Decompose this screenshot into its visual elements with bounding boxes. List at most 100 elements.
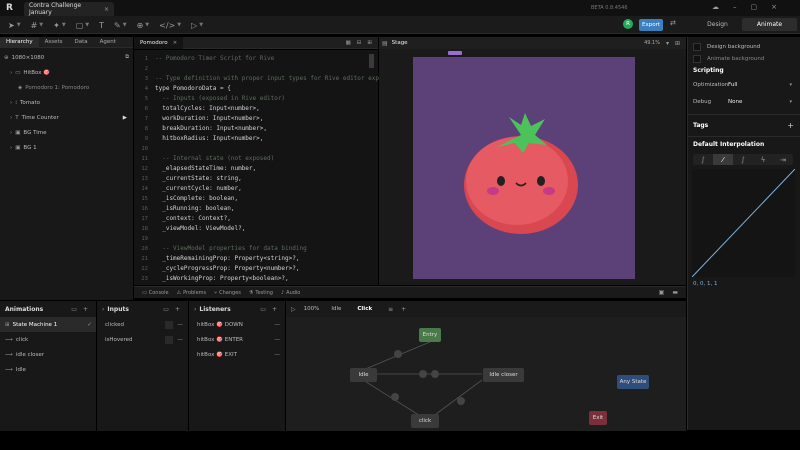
hierarchy-item[interactable]: › ▣ BG 1 <box>0 140 133 155</box>
artboard-canvas[interactable] <box>413 57 635 279</box>
optimization-row[interactable]: Optimization Full ▾ <box>693 80 800 89</box>
minimize-icon[interactable]: – <box>733 3 737 11</box>
hierarchy-item[interactable]: › ▣ BG Time <box>0 125 133 140</box>
chevron-down-icon[interactable]: ▾ <box>666 40 669 47</box>
debug-select[interactable]: None <box>728 99 742 105</box>
grid-icon[interactable]: ⊞ <box>675 40 680 47</box>
chevron-down-icon[interactable]: ▾ <box>789 99 792 105</box>
maximize-icon[interactable]: ▢ <box>751 3 758 11</box>
input-item[interactable]: clicked — <box>97 317 188 332</box>
debug-row[interactable]: Debug None ▾ <box>693 97 800 106</box>
panel-icon[interactable]: ▤ <box>382 40 388 47</box>
node-entry[interactable]: Entry <box>419 328 441 342</box>
mode-design-tab[interactable]: Design <box>695 18 740 31</box>
script-tool[interactable]: </> ▼ <box>159 16 181 34</box>
cubic-interp-icon[interactable]: ∫ <box>733 156 753 164</box>
folder-icon[interactable]: ▭ <box>163 306 169 313</box>
swap-icon[interactable]: ⇄ <box>670 19 676 27</box>
window-close-icon[interactable]: × <box>771 3 777 11</box>
close-icon[interactable]: × <box>173 40 178 46</box>
interpolation-curve[interactable] <box>692 169 795 277</box>
animation-item-idle[interactable]: ⟶ Idle <box>0 362 96 377</box>
listener-item[interactable]: hitBox 🎯 EXIT — <box>189 347 285 362</box>
node-idle[interactable]: Idle <box>350 368 377 382</box>
text-tool[interactable]: T <box>99 16 104 34</box>
grid-icon[interactable]: ▦ <box>346 40 351 46</box>
split-icon[interactable]: ⊟ <box>357 40 362 46</box>
design-background-swatch[interactable] <box>693 42 701 51</box>
listener-item[interactable]: hitBox 🎯 DOWN — <box>189 317 285 332</box>
copy-icon[interactable]: ⧉ <box>125 54 129 61</box>
trigger-control[interactable] <box>164 320 173 329</box>
hierarchy-item[interactable]: › ⁞ Tomato <box>0 95 133 110</box>
stage-tab-label[interactable]: Stage <box>392 40 408 46</box>
tab-assets[interactable]: Assets <box>39 37 69 48</box>
bone-tool[interactable]: ✦ ▼ <box>53 16 66 34</box>
listener-item[interactable]: hitBox 🎯 ENTER — <box>189 332 285 347</box>
avatar[interactable]: R <box>623 19 633 29</box>
tab-audio[interactable]: ♪ Audio <box>281 290 300 296</box>
hold-interp-icon[interactable]: ∫ <box>693 156 713 164</box>
animation-item-click[interactable]: ⟶ click <box>0 332 96 347</box>
hierarchy-item[interactable]: › T Time Counter ▶ <box>0 110 133 125</box>
menu-icon[interactable]: — <box>178 337 184 343</box>
tab-testing[interactable]: ⚗ Testing <box>249 290 273 296</box>
tab-console[interactable]: ▭ Console <box>142 290 169 296</box>
animation-item-idle-closer[interactable]: ⟶ idle closer <box>0 347 96 362</box>
minimize-panel-icon[interactable]: ▬ <box>672 289 678 296</box>
menu-icon[interactable]: — <box>275 322 281 328</box>
app-logo[interactable]: R <box>6 3 15 13</box>
mode-animate-tab[interactable]: Animate <box>742 18 797 31</box>
tab-pomodoro[interactable]: Pomodoro × <box>134 36 184 49</box>
linear-interp-icon[interactable]: ⁄ <box>713 154 733 165</box>
node-exit[interactable]: Exit <box>589 411 607 425</box>
layout-icon[interactable]: ⊞ <box>367 40 372 46</box>
folder-icon[interactable]: ▭ <box>260 306 266 313</box>
stage-zoom[interactable]: 49.1% <box>644 40 660 46</box>
close-icon[interactable]: × <box>104 6 109 13</box>
input-item[interactable]: isHovered — <box>97 332 188 347</box>
node-idle-closer[interactable]: Idle closer <box>483 368 524 382</box>
shape-tool[interactable]: ▢ ▼ <box>76 16 89 34</box>
play-icon[interactable]: ▶ <box>123 115 127 121</box>
tab-problems[interactable]: ⚠ Problems <box>177 290 207 296</box>
menu-icon[interactable]: — <box>275 337 281 343</box>
add-icon[interactable]: + <box>272 306 277 313</box>
node-any-state[interactable]: Any State <box>617 375 649 389</box>
state-machine-graph[interactable]: ▷ 100% Idle Click ≡ + Entry Idle Idle cl… <box>286 301 686 431</box>
export-button[interactable]: Export <box>639 19 663 31</box>
cloud-icon[interactable]: ☁ <box>712 3 719 11</box>
document-tab[interactable]: Contra Challenge January × <box>24 2 114 16</box>
scrollbar-thumb[interactable] <box>369 54 374 68</box>
panel-icon[interactable]: ▣ <box>659 289 665 296</box>
code-editor[interactable]: 1 -- Pomodoro Timer Script for Rive 2 3 -- T… <box>134 50 397 285</box>
animation-item-state-machine[interactable]: ⊞ State Machine 1 ✓ <box>0 317 96 332</box>
hierarchy-item[interactable]: › ▭ HitBox 🎯 <box>0 65 133 80</box>
step-interp-icon[interactable]: ⇥ <box>773 156 793 164</box>
add-icon[interactable]: + <box>787 121 794 130</box>
tab-hierarchy[interactable]: Hierarchy <box>0 36 39 48</box>
add-icon[interactable]: + <box>175 306 180 313</box>
node-click[interactable]: click <box>411 414 439 428</box>
menu-icon[interactable]: — <box>275 352 281 358</box>
artboard-row[interactable]: ⊕ 1080×1080 ⧉ <box>0 50 133 65</box>
elastic-interp-icon[interactable]: ϟ <box>753 156 773 164</box>
frame-tool[interactable]: # ▼ <box>31 16 44 34</box>
chevron-down-icon[interactable]: ▾ <box>789 82 792 88</box>
pointer-tool[interactable]: ➤ ▼ <box>8 16 21 34</box>
tab-changes[interactable]: ⑂ Changes <box>214 290 241 296</box>
hierarchy-item[interactable]: ◈ Pomodoro 1: Pomodoro <box>0 80 133 95</box>
folder-icon[interactable]: ▭ <box>71 306 77 313</box>
menu-icon[interactable]: — <box>178 322 184 328</box>
animate-background-row[interactable]: Animate background <box>693 54 800 63</box>
play-tool[interactable]: ▷ ▼ <box>191 16 203 34</box>
artboard-label-chip[interactable] <box>448 51 462 55</box>
optimization-select[interactable]: Full <box>728 82 737 88</box>
animate-background-swatch[interactable] <box>693 54 701 63</box>
component-tool[interactable]: ⊕ ▼ <box>137 16 150 34</box>
design-background-row[interactable]: Design background <box>693 42 800 51</box>
tab-agent[interactable]: Agent <box>94 37 122 48</box>
add-icon[interactable]: + <box>83 306 88 313</box>
pen-tool[interactable]: ✎ ▼ <box>114 16 127 34</box>
tab-data[interactable]: Data <box>69 37 94 48</box>
